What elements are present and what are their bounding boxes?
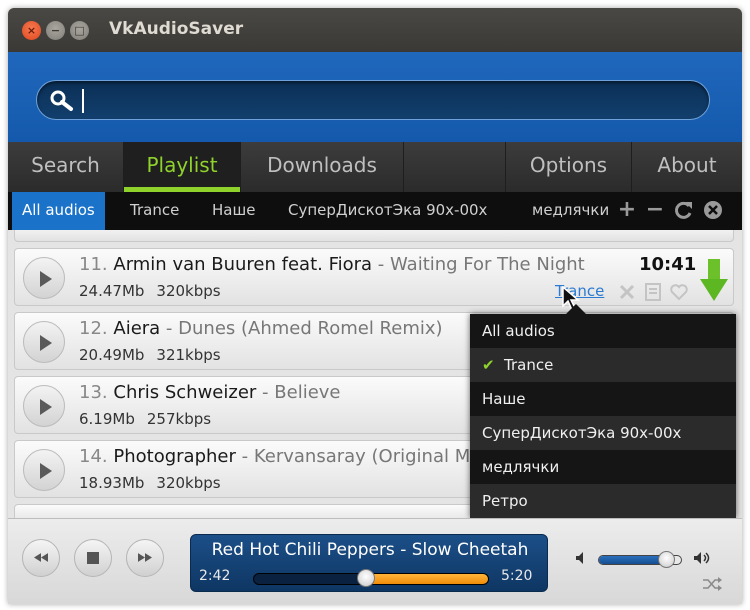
tab-options[interactable]: Options <box>506 142 632 192</box>
dropdown-item-trance[interactable]: ✔ Trance <box>470 348 736 382</box>
seek-handle[interactable] <box>357 569 375 587</box>
rewind-button[interactable] <box>22 539 60 577</box>
track-title: 14. Photographer - Kervansaray (Original… <box>79 446 469 467</box>
check-icon: ✔ <box>482 356 495 374</box>
track-duration: 10:41 <box>639 254 697 275</box>
window-maximize-button[interactable]: □ <box>70 21 89 40</box>
volume-high-icon <box>694 552 710 564</box>
now-playing-title: Red Hot Chili Peppers - Slow Cheetah <box>211 540 529 560</box>
play-button[interactable] <box>23 321 65 363</box>
track-meta: 20.49Mb 321kbps <box>79 346 221 364</box>
title-bar: × − □ VkAudioSaver <box>8 8 742 52</box>
dropdown-item-retro[interactable]: Ретро <box>470 484 736 518</box>
search-icon <box>50 90 73 111</box>
dropdown-pointer <box>566 304 586 314</box>
track-meta: 24.47Mb 320kbps <box>79 282 221 300</box>
current-time: 2:42 <box>199 568 231 584</box>
playlist-tab-all[interactable]: All audios <box>12 192 105 230</box>
search-area <box>8 52 742 142</box>
total-time: 5:20 <box>501 568 533 584</box>
play-button[interactable] <box>23 449 65 491</box>
remove-icon[interactable]: − <box>644 198 666 222</box>
playlist-tab-trance[interactable]: Trance <box>130 192 179 230</box>
dropdown-item-nashe[interactable]: Наше <box>470 382 736 416</box>
rewind-icon <box>34 553 48 562</box>
track-title: 13. Chris Schweizer - Believe <box>79 382 341 403</box>
shuffle-icon[interactable] <box>702 577 722 591</box>
playlist-tab-medlyachki[interactable]: медлячки <box>532 192 610 230</box>
delete-icon[interactable] <box>617 282 637 302</box>
volume-slider[interactable] <box>598 551 682 568</box>
dropdown-item-superdiskoteka[interactable]: СуперДискотЭка 90х-00х <box>470 416 736 450</box>
play-button[interactable] <box>23 257 65 299</box>
close-circle-icon[interactable] <box>702 198 724 222</box>
window-close-button[interactable]: × <box>22 21 41 40</box>
tab-playlist[interactable]: Playlist <box>124 142 241 192</box>
main-tabs: Search Playlist Downloads Options About <box>8 142 742 192</box>
search-input[interactable] <box>79 87 699 113</box>
track-title: 11. Armin van Buuren feat. Fiora - Waiti… <box>79 254 585 275</box>
app-window: × − □ VkAudioSaver Search Playlist Downl… <box>8 8 742 604</box>
window-minimize-button[interactable]: − <box>46 21 65 40</box>
search-box[interactable] <box>36 80 710 120</box>
play-button[interactable] <box>23 385 65 427</box>
note-icon[interactable] <box>643 282 663 302</box>
tab-spacer <box>404 142 506 192</box>
download-arrow-icon[interactable] <box>699 259 729 303</box>
add-icon[interactable]: + <box>616 198 638 222</box>
forward-icon <box>138 553 152 562</box>
forward-button[interactable] <box>126 539 164 577</box>
volume-low-icon <box>576 552 583 564</box>
stop-button[interactable] <box>74 539 112 577</box>
track-title: 12. Aiera - Dunes (Ahmed Romel Remix) <box>79 318 443 339</box>
player-bar: Red Hot Chili Peppers - Slow Cheetah 2:4… <box>8 518 742 604</box>
refresh-icon[interactable] <box>672 198 694 222</box>
playlist-bar: All audios Trance Наше СуперДискотЭка 90… <box>8 192 742 230</box>
dropdown-item-medlyachki[interactable]: медлячки <box>470 450 736 484</box>
window-title: VkAudioSaver <box>109 19 244 39</box>
playlist-dropdown[interactable]: All audios ✔ Trance Наше СуперДискотЭка 9… <box>470 304 736 518</box>
heart-icon[interactable] <box>669 282 689 302</box>
seek-bar[interactable] <box>253 569 489 587</box>
track-meta: 18.93Mb 320kbps <box>79 474 221 492</box>
dropdown-item-all-audios[interactable]: All audios <box>470 314 736 348</box>
now-playing-panel: Red Hot Chili Peppers - Slow Cheetah 2:4… <box>190 534 548 592</box>
playlist-tab-superdiskoteka[interactable]: СуперДискотЭка 90х-00х <box>288 192 487 230</box>
playlist-tab-nashe[interactable]: Наше <box>212 192 255 230</box>
tab-search[interactable]: Search <box>8 142 124 192</box>
table-row[interactable]: 11. Armin van Buuren feat. Fiora - Waiti… <box>14 248 734 306</box>
volume-handle[interactable] <box>658 551 675 568</box>
seek-progress <box>366 574 488 584</box>
volume-level <box>599 556 666 564</box>
track-meta: 6.19Mb 257kbps <box>79 410 212 428</box>
tab-downloads[interactable]: Downloads <box>241 142 404 192</box>
tab-about[interactable]: About <box>632 142 742 192</box>
table-row <box>14 230 734 242</box>
